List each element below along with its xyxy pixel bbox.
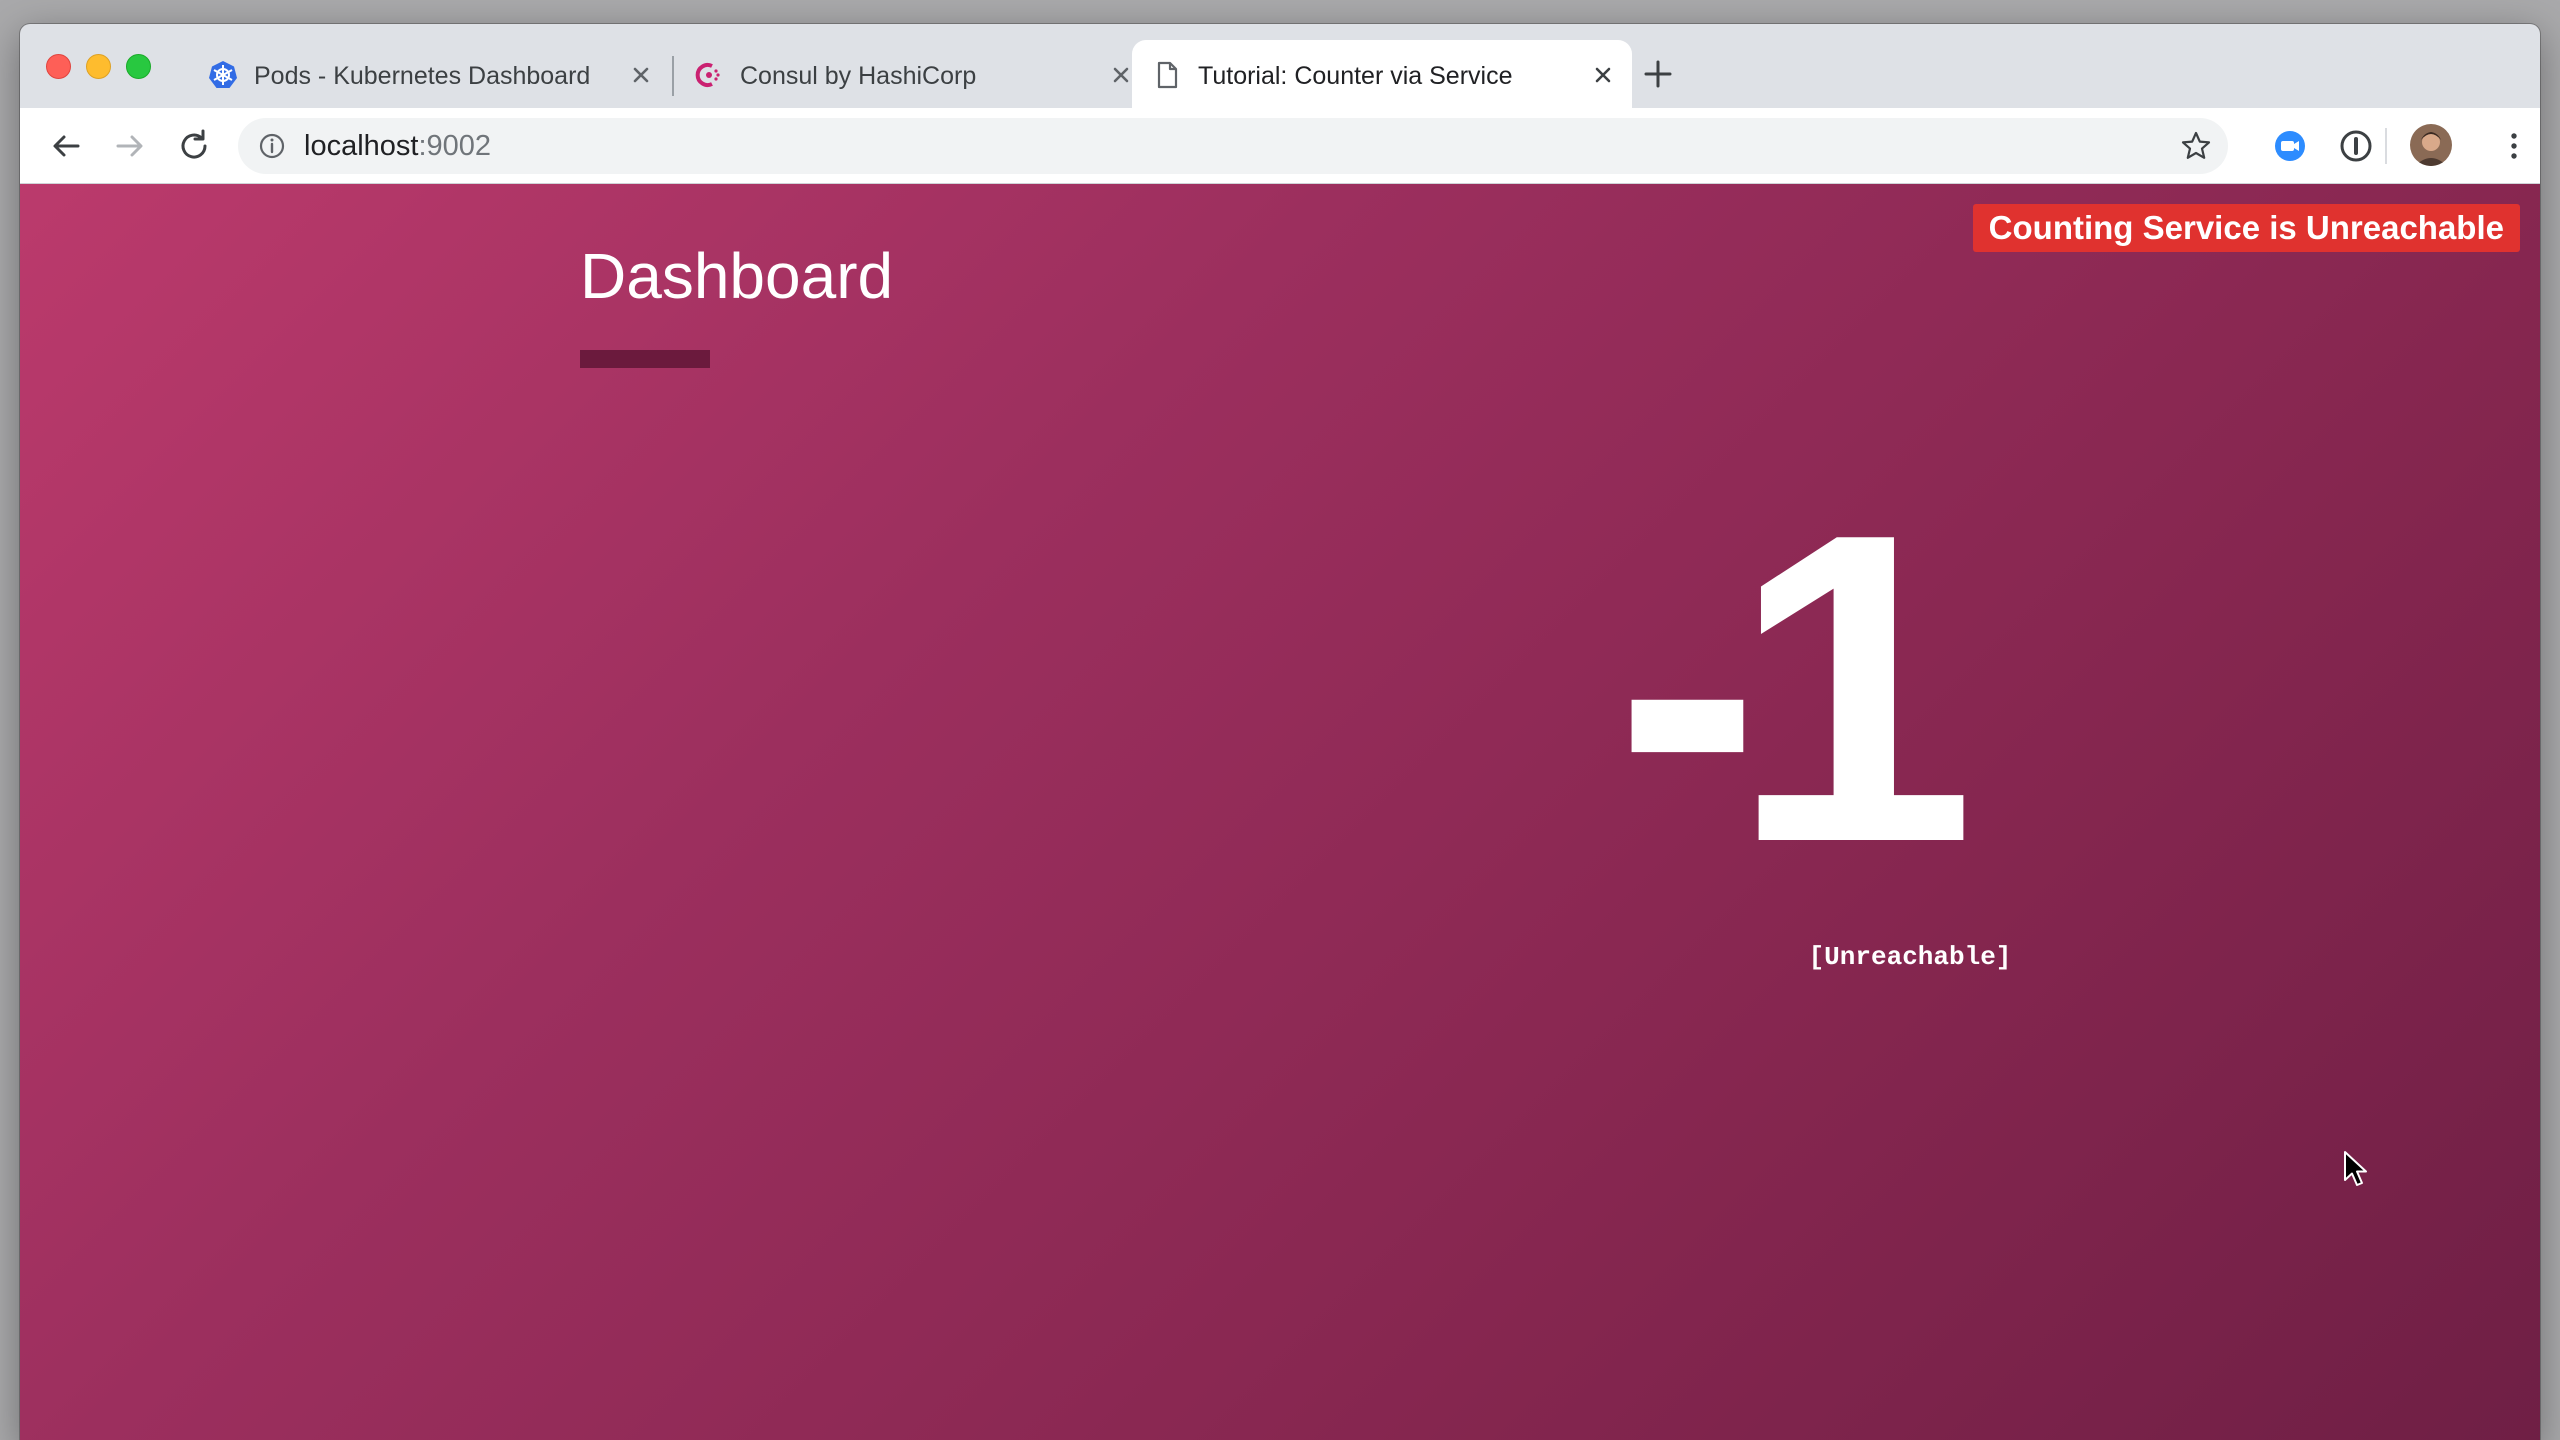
title-underline-bar — [580, 350, 710, 368]
url-host: localhost — [304, 130, 419, 162]
browser-toolbar: localhost:9002 — [20, 108, 2540, 184]
forward-icon[interactable] — [110, 126, 150, 166]
page-title: Dashboard — [580, 240, 894, 312]
new-tab-icon[interactable] — [1640, 56, 1676, 92]
browser-window: Pods - Kubernetes Dashboard Consul by Ha… — [20, 24, 2540, 1440]
profile-avatar[interactable] — [2410, 124, 2452, 166]
close-window-button[interactable] — [46, 54, 71, 79]
site-info-icon[interactable] — [258, 132, 286, 160]
url-text[interactable]: localhost:9002 — [304, 129, 491, 163]
more-menu-icon[interactable] — [2496, 128, 2532, 164]
zoom-window-button[interactable] — [126, 54, 151, 79]
profile-photo-icon — [2410, 124, 2452, 166]
document-icon — [1157, 61, 1178, 89]
minimize-window-button[interactable] — [86, 54, 111, 79]
close-tab-icon[interactable] — [1588, 60, 1618, 90]
reload-icon[interactable] — [174, 126, 214, 166]
counter-value: -1 — [1614, 443, 1975, 934]
url-port: :9002 — [418, 130, 492, 162]
tab-title: Pods - Kubernetes Dashboard — [254, 62, 591, 90]
tab-tutorial[interactable]: Tutorial: Counter via Service — [1132, 40, 1632, 108]
back-icon[interactable] — [46, 126, 86, 166]
counter-status: [Unreachable] — [1808, 942, 2012, 972]
unreachable-alert-badge: Counting Service is Unreachable — [1972, 204, 2520, 252]
tab-title: Tutorial: Counter via Service — [1198, 62, 1513, 90]
close-tab-icon[interactable] — [626, 60, 656, 90]
toolbar-separator — [2385, 128, 2387, 164]
tab-strip: Pods - Kubernetes Dashboard Consul by Ha… — [20, 24, 2540, 108]
tab-title: Consul by HashiCorp — [740, 62, 977, 90]
consul-icon — [695, 63, 720, 87]
zoom-extension-icon[interactable] — [2272, 128, 2308, 164]
bookmark-star-icon[interactable] — [2180, 130, 2212, 162]
kubernetes-icon — [209, 61, 237, 88]
tab-consul[interactable]: Consul by HashiCorp — [674, 40, 1150, 108]
mouse-cursor-icon — [2344, 1151, 2367, 1186]
tab-kubernetes[interactable]: Pods - Kubernetes Dashboard — [188, 40, 670, 108]
page-content: Counting Service is Unreachable Dashboar… — [20, 184, 2540, 1440]
password-manager-icon[interactable] — [2338, 128, 2374, 164]
address-bar[interactable]: localhost:9002 — [238, 118, 2228, 174]
